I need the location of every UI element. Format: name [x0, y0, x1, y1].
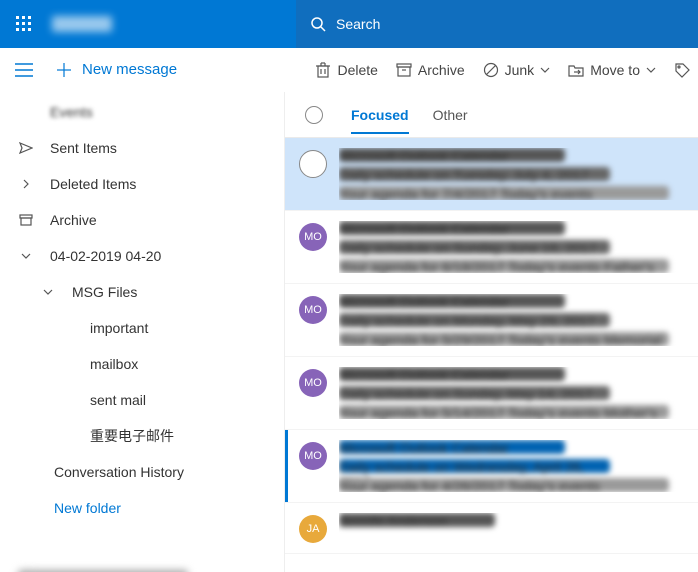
junk-label: Junk: [505, 62, 535, 78]
search-bar[interactable]: [296, 0, 698, 48]
message-preview: Your agenda for 4/26/2017 Today's events…: [339, 478, 669, 492]
message-preview: Your agenda for 6/18/2017 Today's events…: [339, 259, 669, 273]
folder-label: important: [90, 320, 148, 336]
brand-label: [52, 16, 112, 32]
message-item[interactable]: MO Microsoft Outlook Calendar Daily sche…: [285, 357, 698, 430]
search-icon: [310, 16, 326, 32]
app-launcher-icon[interactable]: [0, 0, 48, 48]
sent-icon: [18, 142, 34, 154]
message-subject: Daily schedule on Sunday, May 14, 2017: [339, 386, 610, 400]
tab-focused[interactable]: Focused: [351, 97, 409, 133]
message-list: Microsoft Outlook Calendar Daily schedul…: [285, 138, 698, 572]
folder-msg-files[interactable]: MSG Files: [0, 274, 284, 310]
archive-icon: [396, 62, 412, 78]
move-icon: [568, 62, 584, 78]
junk-icon: [483, 62, 499, 78]
folder-sent-mail[interactable]: sent mail: [0, 382, 284, 418]
folder-label: Conversation History: [54, 464, 184, 480]
folder-label: New folder: [54, 500, 121, 516]
message-preview: Your agenda for 5/29/2017 Today's events…: [339, 332, 669, 346]
folder-important[interactable]: important: [0, 310, 284, 346]
move-to-button[interactable]: Move to: [568, 62, 656, 78]
folder-events[interactable]: Events: [0, 94, 284, 130]
trash-icon: [315, 62, 331, 78]
new-message-label: New message: [82, 61, 177, 78]
message-sender: Microsoft Outlook Calendar: [339, 367, 565, 381]
message-item[interactable]: MO Microsoft Outlook Calendar Daily sche…: [285, 284, 698, 357]
folder-label: Archive: [50, 212, 97, 228]
message-subject: Daily schedule on Wednesday, April 26, 2…: [339, 459, 610, 473]
main-area: Events Sent Items Deleted Items Archive …: [0, 92, 698, 572]
chevron-right-icon: [18, 179, 34, 189]
avatar: MO: [299, 369, 327, 397]
new-folder-link[interactable]: New folder: [0, 490, 284, 526]
chevron-down-icon: [18, 252, 34, 260]
folder-label: 04-02-2019 04-20: [50, 248, 161, 264]
message-sender: Microsoft Outlook Calendar: [339, 221, 565, 235]
message-sender: Microsoft Outlook Calendar: [339, 148, 565, 162]
search-input[interactable]: [336, 16, 684, 32]
message-preview: Your agenda for 7/4/2017 Today's events …: [339, 186, 669, 200]
avatar: MO: [299, 223, 327, 251]
folder-sent-items[interactable]: Sent Items: [0, 130, 284, 166]
avatar: JA: [299, 515, 327, 543]
message-preview: Your agenda for 5/14/2017 Today's events…: [339, 405, 669, 419]
tab-other[interactable]: Other: [433, 97, 468, 133]
delete-label: Delete: [337, 62, 377, 78]
message-sender: Jennife Anderson: [339, 513, 495, 527]
avatar: [299, 150, 327, 178]
chevron-down-icon: [40, 288, 56, 296]
message-subject: Daily schedule on Monday, May 29, 2017: [339, 313, 610, 327]
folder-important-cn[interactable]: 重要电子邮件: [0, 418, 284, 454]
folder-mailbox[interactable]: mailbox: [0, 346, 284, 382]
folder-label: sent mail: [90, 392, 146, 408]
message-item[interactable]: JA Jennife Anderson: [285, 503, 698, 554]
inbox-tabs: Focused Other: [285, 92, 698, 138]
command-bar: New message Delete Archive Junk: [0, 48, 698, 92]
tag-icon: [674, 62, 690, 78]
new-message-button[interactable]: New message: [48, 61, 177, 78]
message-sender: Microsoft Outlook Calendar: [339, 440, 565, 454]
message-subject: Daily schedule on Tuesday, July 4, 2017: [339, 167, 610, 181]
chevron-down-icon: [646, 62, 656, 78]
chevron-down-icon: [540, 62, 550, 78]
folder-label: MSG Files: [72, 284, 137, 300]
message-item[interactable]: MO Microsoft Outlook Calendar Daily sche…: [285, 430, 698, 503]
plus-icon: [56, 62, 72, 78]
junk-button[interactable]: Junk: [483, 62, 551, 78]
app-header: [0, 0, 698, 48]
message-sender: Microsoft Outlook Calendar: [339, 294, 565, 308]
folder-dated[interactable]: 04-02-2019 04-20: [0, 238, 284, 274]
folder-archive[interactable]: Archive: [0, 202, 284, 238]
folder-conversation-history[interactable]: Conversation History: [0, 454, 284, 490]
archive-icon: [18, 214, 34, 226]
folder-sidebar: Events Sent Items Deleted Items Archive …: [0, 92, 284, 572]
move-to-label: Move to: [590, 62, 640, 78]
message-pane: Focused Other Microsoft Outlook Calendar…: [284, 92, 698, 572]
message-item[interactable]: MO Microsoft Outlook Calendar Daily sche…: [285, 211, 698, 284]
folder-label: mailbox: [90, 356, 138, 372]
menu-icon[interactable]: [0, 63, 48, 77]
folder-label: Events: [50, 104, 93, 120]
sidebar-promo: [0, 556, 284, 572]
message-subject: Daily schedule on Sunday, June 18, 2017: [339, 240, 610, 254]
folder-deleted-items[interactable]: Deleted Items: [0, 166, 284, 202]
avatar: MO: [299, 442, 327, 470]
more-button[interactable]: [674, 62, 690, 78]
avatar: MO: [299, 296, 327, 324]
folder-label: Deleted Items: [50, 176, 136, 192]
message-item[interactable]: Microsoft Outlook Calendar Daily schedul…: [285, 138, 698, 211]
folder-label: Sent Items: [50, 140, 117, 156]
folder-label: 重要电子邮件: [90, 426, 174, 446]
archive-button[interactable]: Archive: [396, 62, 465, 78]
archive-label: Archive: [418, 62, 465, 78]
select-all-checkbox[interactable]: [305, 106, 323, 124]
delete-button[interactable]: Delete: [315, 62, 377, 78]
